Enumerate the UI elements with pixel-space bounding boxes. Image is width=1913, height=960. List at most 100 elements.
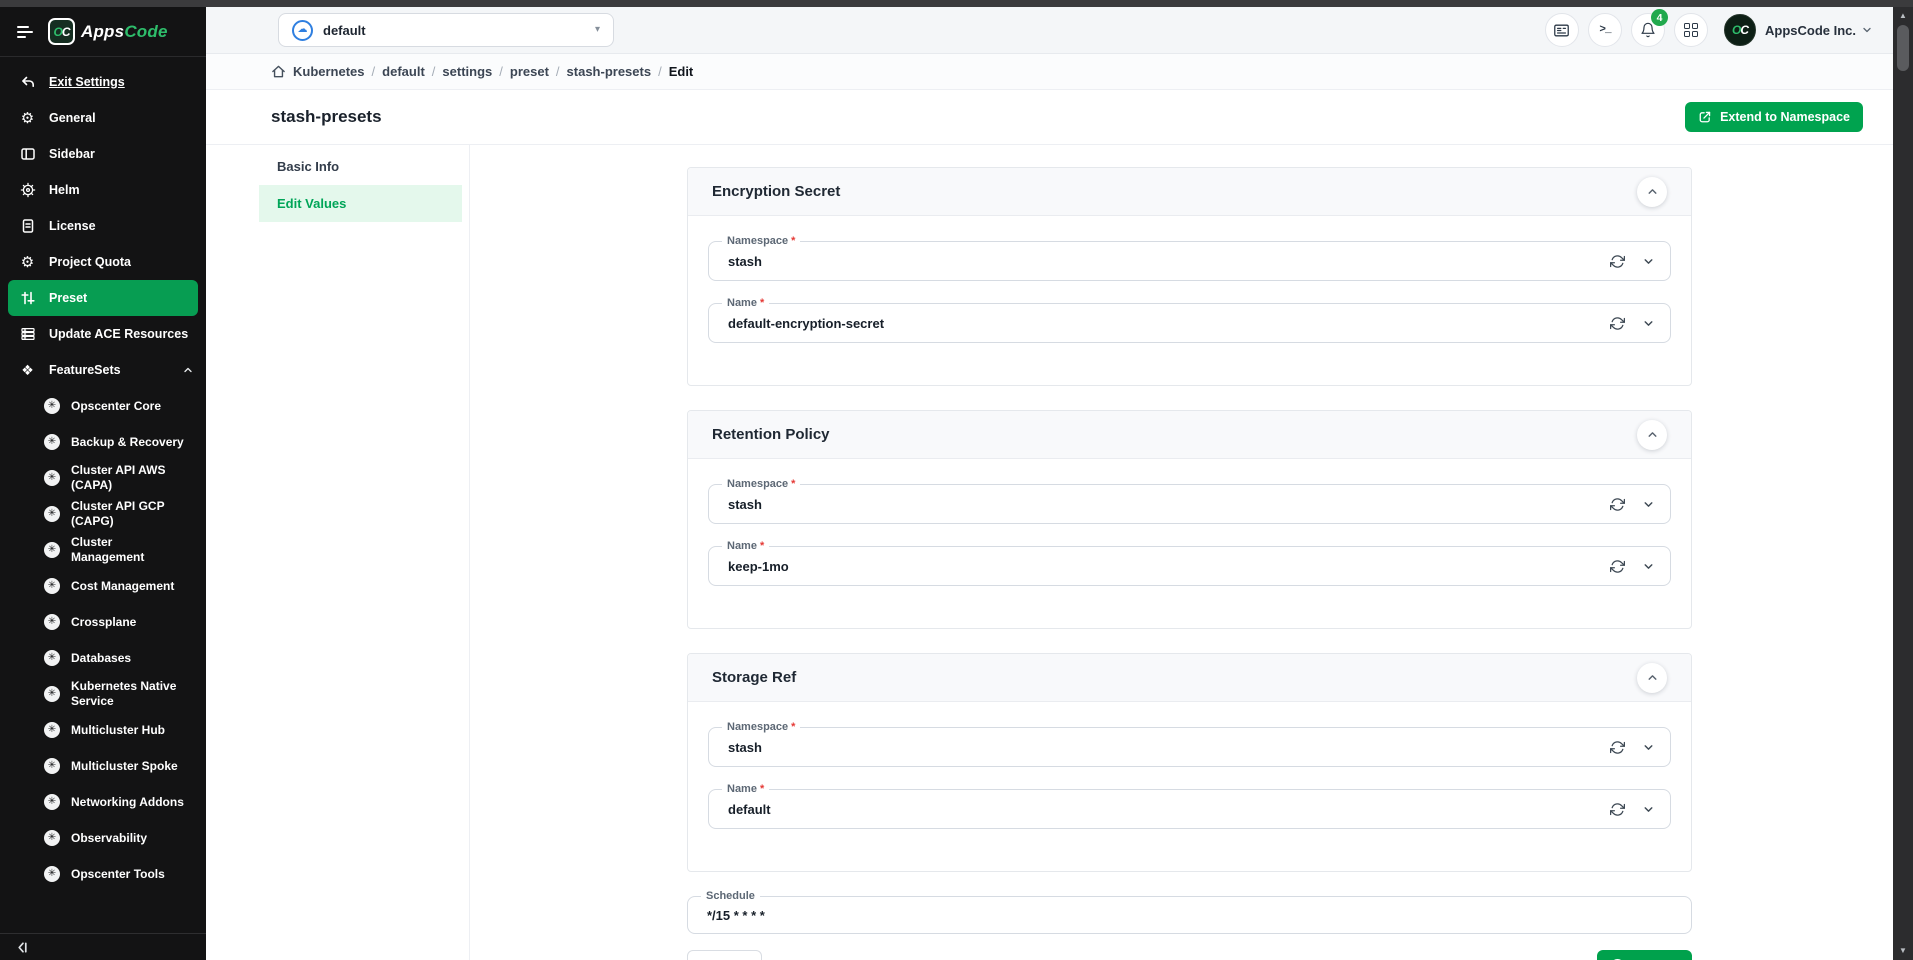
refresh-icon[interactable]: [1610, 497, 1625, 512]
home-icon[interactable]: [271, 64, 286, 79]
chevron-down-icon[interactable]: [1642, 255, 1655, 268]
chevron-down-icon[interactable]: [1642, 317, 1655, 330]
breadcrumb-item-preset[interactable]: preset: [510, 64, 549, 79]
sidebar-item-exit-settings[interactable]: Exit Settings: [0, 64, 206, 100]
page-scrollbar[interactable]: ▲ ▼: [1893, 7, 1913, 960]
kubernetes-wheel-icon: ✳: [44, 722, 60, 738]
sidebar-item-preset[interactable]: Preset: [8, 280, 198, 316]
sidebar-item-opscenter-core[interactable]: ✳Opscenter Core: [0, 388, 206, 424]
breadcrumb-item-default[interactable]: default: [382, 64, 425, 79]
terminal-button[interactable]: >_: [1588, 13, 1622, 47]
refresh-icon[interactable]: [1610, 802, 1625, 817]
extend-to-namespace-button[interactable]: Extend to Namespace: [1685, 102, 1863, 132]
namespace-field[interactable]: Namespace* stash: [708, 241, 1671, 281]
sidebar-item-multicluster-spoke[interactable]: ✳Multicluster Spoke: [0, 748, 206, 784]
org-name[interactable]: AppsCode Inc.: [1765, 23, 1856, 38]
sidebar-item-networking-addons[interactable]: ✳Networking Addons: [0, 784, 206, 820]
breadcrumb-separator: /: [556, 64, 560, 79]
app-root: ▲ ▼ OC AppsCode Exit Settings ⚙General: [0, 0, 1913, 960]
breadcrumb-item-settings[interactable]: settings: [442, 64, 492, 79]
sidebar-item-backup-recovery[interactable]: ✳Backup & Recovery: [0, 424, 206, 460]
sidebar-item-cluster-api-gcp[interactable]: ✳Cluster API GCP (CAPG): [0, 496, 206, 532]
sidebar-item-opscenter-tools[interactable]: ✳Opscenter Tools: [0, 856, 206, 892]
sidebar-item-crossplane[interactable]: ✳Crossplane: [0, 604, 206, 640]
gear-icon: ⚙: [19, 254, 36, 271]
kubernetes-wheel-icon: ✳: [44, 542, 60, 558]
field-value: default: [728, 802, 771, 817]
notifications-button[interactable]: 4: [1631, 13, 1665, 47]
breadcrumb-separator: /: [372, 64, 376, 79]
sidebar-item-multicluster-hub[interactable]: ✳Multicluster Hub: [0, 712, 206, 748]
refresh-icon[interactable]: [1610, 559, 1625, 574]
field-label: Name: [727, 539, 757, 554]
chevron-down-icon[interactable]: [1642, 560, 1655, 573]
appscode-logo[interactable]: OC AppsCode: [48, 18, 168, 45]
tab-basic-info[interactable]: Basic Info: [206, 148, 469, 185]
sidebar-item-kubernetes-native-service[interactable]: ✳Kubernetes Native Service: [0, 676, 206, 712]
cancel-button[interactable]: Cancel: [687, 950, 762, 960]
tab-edit-values[interactable]: Edit Values: [259, 185, 462, 222]
kubernetes-wheel-icon: ✳: [44, 578, 60, 594]
chevron-up-icon: [182, 364, 194, 376]
sidebar-item-helm[interactable]: Helm: [0, 172, 206, 208]
refresh-icon[interactable]: [1610, 316, 1625, 331]
field-label: Namespace: [727, 234, 788, 249]
kubernetes-wheel-icon: ✳: [44, 398, 60, 414]
hamburger-menu-icon[interactable]: [17, 26, 33, 38]
field-label: Name: [727, 782, 757, 797]
content: Basic Info Edit Values Encryption Secret…: [206, 145, 1893, 960]
field-value: stash: [728, 740, 762, 755]
scrollbar-thumb[interactable]: [1897, 25, 1909, 71]
chevron-down-icon[interactable]: [1861, 24, 1873, 36]
breadcrumb: Kubernetes / default / settings / preset…: [206, 54, 1893, 90]
namespace-field[interactable]: Namespace* stash: [708, 727, 1671, 767]
sidebar-item-databases[interactable]: ✳Databases: [0, 640, 206, 676]
name-field[interactable]: Name* default-encryption-secret: [708, 303, 1671, 343]
name-field[interactable]: Name* default: [708, 789, 1671, 829]
sidebar-collapse-button[interactable]: [0, 933, 206, 960]
scroll-up-arrow-icon[interactable]: ▲: [1893, 9, 1913, 23]
sidebar-item-cluster-api-aws[interactable]: ✳Cluster API AWS (CAPA): [0, 460, 206, 496]
sidebar-item-featuresets[interactable]: ❖FeatureSets: [0, 352, 206, 388]
schedule-field[interactable]: Schedule */15 * * * *: [687, 896, 1692, 934]
field-value: stash: [728, 254, 762, 269]
breadcrumb-separator: /: [432, 64, 436, 79]
required-marker: *: [760, 296, 764, 311]
chevron-down-icon[interactable]: [1642, 741, 1655, 754]
breadcrumb-item-stash-presets[interactable]: stash-presets: [567, 64, 652, 79]
kubernetes-wheel-icon: ✳: [44, 830, 60, 846]
org-avatar[interactable]: OC: [1724, 14, 1756, 46]
sidebar-item-observability[interactable]: ✳Observability: [0, 820, 206, 856]
refresh-icon[interactable]: [1610, 254, 1625, 269]
kubernetes-wheel-icon: ✳: [44, 758, 60, 774]
sidebar-item-general[interactable]: ⚙General: [0, 100, 206, 136]
cluster-select-dropdown[interactable]: ☁ default ▾: [278, 13, 614, 47]
breadcrumb-item-kubernetes[interactable]: Kubernetes: [293, 64, 365, 79]
sidebar-item-project-quota[interactable]: ⚙Project Quota: [0, 244, 206, 280]
preview-button[interactable]: Preview: [1597, 950, 1692, 960]
section-collapse-button[interactable]: [1637, 663, 1667, 693]
sidebar-item-cost-management[interactable]: ✳Cost Management: [0, 568, 206, 604]
diamond-icon: ❖: [19, 362, 36, 379]
apps-grid-button[interactable]: [1674, 13, 1708, 47]
namespace-field[interactable]: Namespace* stash: [708, 484, 1671, 524]
sidebar-item-license[interactable]: License: [0, 208, 206, 244]
name-field[interactable]: Name* keep-1mo: [708, 546, 1671, 586]
announcements-button[interactable]: [1545, 13, 1579, 47]
collapse-sidebar-icon: [15, 940, 30, 955]
chevron-up-icon: [1646, 428, 1659, 441]
chevron-down-icon[interactable]: [1642, 498, 1655, 511]
section-collapse-button[interactable]: [1637, 420, 1667, 450]
scroll-down-arrow-icon[interactable]: ▼: [1893, 944, 1913, 958]
section-collapse-button[interactable]: [1637, 177, 1667, 207]
sidebar-item-cluster-management[interactable]: ✳Cluster Management: [0, 532, 206, 568]
topbar-actions: >_ 4 OC AppsCode Inc.: [1536, 13, 1873, 47]
window-top-strip: [0, 0, 1913, 7]
kubernetes-wheel-icon: ✳: [44, 794, 60, 810]
chevron-down-icon[interactable]: [1642, 803, 1655, 816]
document-icon: [19, 218, 36, 235]
sidebar-item-update-ace-resources[interactable]: Update ACE Resources: [0, 316, 206, 352]
sidebar-item-sidebar[interactable]: Sidebar: [0, 136, 206, 172]
section-body: Namespace* stash Name* default-encryptio…: [688, 216, 1691, 385]
refresh-icon[interactable]: [1610, 740, 1625, 755]
